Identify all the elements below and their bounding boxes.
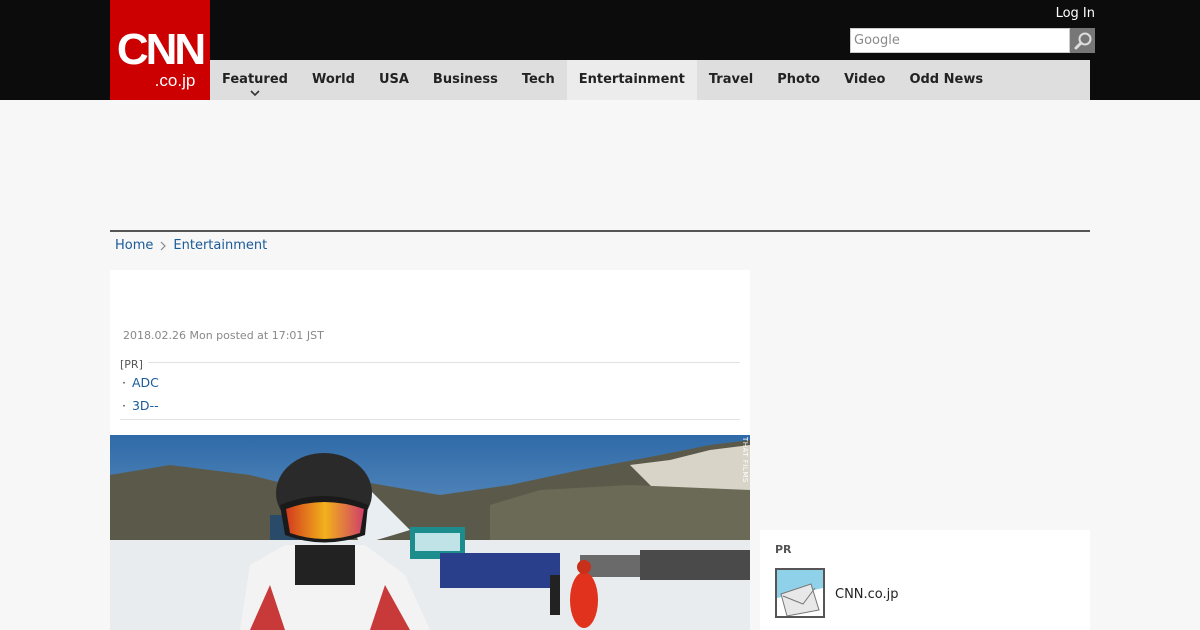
pr-label: [PR]: [120, 358, 143, 371]
pr-item-name[interactable]: CNN.co.jp: [835, 587, 899, 602]
search-button[interactable]: [1070, 28, 1095, 53]
article-photo: THAT FILMS: [110, 435, 750, 630]
logo-text-cojp: .co.jp: [154, 71, 196, 90]
nav-business[interactable]: Business: [421, 60, 510, 100]
sidebar-pr-title: PR: [775, 543, 792, 556]
logo-text-cnn: CNN: [116, 25, 206, 74]
section-divider: [110, 230, 1090, 232]
envelope-icon: [777, 570, 823, 616]
breadcrumb-home[interactable]: Home: [115, 238, 153, 253]
breadcrumb-entertainment[interactable]: Entertainment: [173, 238, 267, 253]
pr-link-label: 3D--: [131, 398, 159, 413]
nav-entertainment[interactable]: Entertainment: [566, 60, 697, 100]
ski-slope-image: [110, 435, 750, 630]
article-date: 2018.02.26 Mon posted at 17:01 JST: [123, 329, 324, 342]
photo-credit: THAT FILMS: [741, 437, 749, 483]
breadcrumb: Home Entertainment: [115, 238, 267, 253]
nav-odd-news[interactable]: Odd News: [897, 60, 995, 100]
main-nav: Featured World USA Business Tech Enterta…: [210, 60, 1090, 100]
bullet-icon: ·: [122, 375, 126, 390]
pr-link-label: ADC: [131, 375, 159, 390]
nav-photo[interactable]: Photo: [765, 60, 832, 100]
search-input[interactable]: [850, 28, 1070, 53]
pr-divider-top: [148, 362, 740, 363]
nav-tech[interactable]: Tech: [510, 60, 567, 100]
bullet-icon: ·: [122, 398, 126, 413]
nav-label: Featured: [222, 72, 288, 87]
nav-featured[interactable]: Featured: [210, 60, 300, 100]
chevron-right-icon: [160, 241, 167, 250]
search-icon: [1074, 32, 1091, 49]
chevron-down-icon: [250, 90, 260, 97]
login-link[interactable]: Log In: [1056, 6, 1095, 21]
nav-video[interactable]: Video: [832, 60, 897, 100]
pr-link-adc[interactable]: · ADC: [122, 375, 159, 390]
nav-usa[interactable]: USA: [367, 60, 421, 100]
sidebar-pr-box: PR CNN.co.jp: [760, 530, 1090, 630]
cnn-logo[interactable]: CNN .co.jp: [110, 0, 210, 100]
nav-world[interactable]: World: [300, 60, 367, 100]
pr-link-3d[interactable]: · 3D--: [122, 398, 159, 413]
article-card: 2018.02.26 Mon posted at 17:01 JST [PR] …: [110, 270, 750, 630]
nav-travel[interactable]: Travel: [697, 60, 765, 100]
pr-divider-bottom: [120, 419, 740, 420]
pr-thumbnail[interactable]: [775, 568, 825, 618]
